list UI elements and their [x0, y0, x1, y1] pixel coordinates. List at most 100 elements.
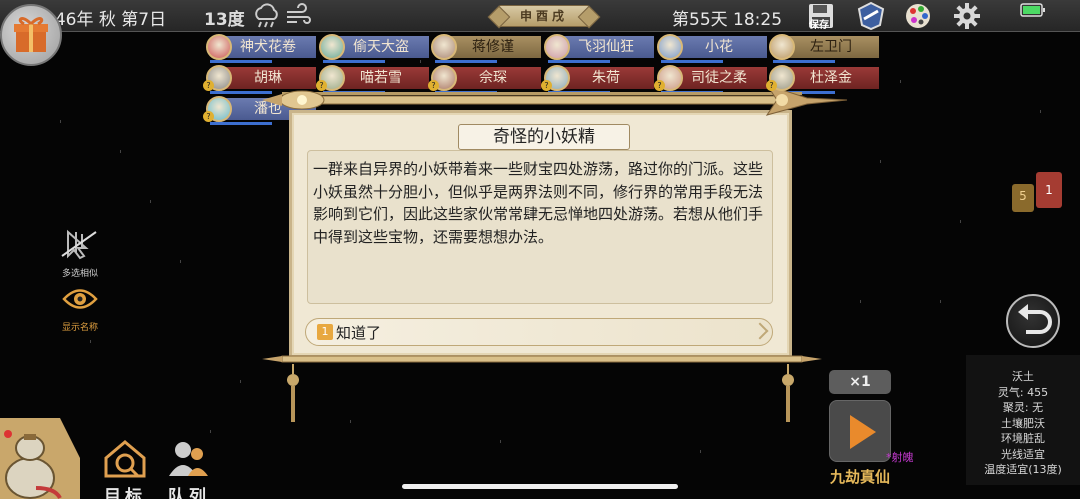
dialog-title: 奇怪的小妖精 [458, 124, 630, 150]
disciple-avatar [769, 34, 795, 60]
target-button[interactable]: 目标 [100, 438, 150, 499]
cultivation-stage: 九劫真仙 [830, 468, 891, 486]
disciple-avatar [206, 34, 232, 60]
disciple-health-bar [210, 60, 272, 63]
ganzhi-banner: 申酉戌 [498, 5, 590, 27]
disciple-item[interactable]: 偷天大盗 [319, 34, 429, 63]
wind-icon [284, 3, 312, 33]
unknown-badge-icon: ? [654, 80, 665, 91]
unknown-badge-icon: ? [203, 111, 214, 122]
target-icon [104, 440, 146, 478]
disciple-name: 飞羽仙狂 [558, 36, 654, 58]
status-bar: 天苍246年 秋 第7日 13度 申酉戌 第55天 18:25 保存 [0, 0, 1080, 32]
team-icon [169, 442, 208, 476]
play-icon [850, 415, 876, 449]
back-arrow-icon [1018, 304, 1052, 334]
rain-drop [90, 340, 91, 343]
right-tassel-icon [782, 364, 794, 422]
day-time: 第55天 18:25 [672, 10, 783, 30]
rain-drop [700, 450, 701, 453]
speed-button[interactable]: ×1 [829, 370, 891, 394]
temperature: 13度 [204, 10, 245, 30]
rain-drop [900, 80, 901, 83]
play-button[interactable] [829, 400, 891, 462]
disciple-avatar [544, 34, 570, 60]
rain-drop [180, 260, 181, 263]
notification-red[interactable]: 1 [1036, 172, 1062, 208]
gift-button[interactable] [0, 4, 62, 66]
rain-drop [1040, 110, 1041, 113]
scroll-bottom-rod [262, 355, 822, 363]
gear-icon[interactable] [953, 2, 981, 34]
disciple-name: 小花 [671, 36, 767, 58]
disciple-avatar [657, 34, 683, 60]
battery-icon [1020, 2, 1046, 21]
tile-info-line: 光线适宜 [1001, 447, 1045, 461]
show-names-tool[interactable]: 显示名称 [50, 284, 110, 333]
shield-emblem-icon[interactable] [856, 1, 886, 35]
unknown-badge-icon: ? [316, 80, 327, 91]
disciple-health-bar [435, 60, 497, 63]
rain-drop [350, 420, 351, 423]
target-label: 目标 [104, 487, 146, 499]
multi-select-label: 多选相似 [61, 269, 98, 279]
tile-info-line: 聚灵: 无 [1002, 401, 1044, 414]
show-names-label: 显示名称 [61, 323, 98, 333]
multi-select-icon [61, 229, 97, 260]
disciple-item[interactable]: 蒋修谨 [431, 34, 541, 63]
dialog-option[interactable]: 1 知道了 [305, 318, 773, 346]
back-button[interactable] [1006, 294, 1060, 348]
disciple-health-bar [210, 122, 272, 125]
unknown-badge-icon: ? [541, 80, 552, 91]
rain-drop [940, 300, 941, 303]
disciple-item[interactable]: 小花 [657, 34, 767, 63]
multi-select-tool[interactable]: 多选相似 [50, 228, 110, 279]
eye-icon [62, 289, 98, 309]
tile-info-line: 灵气: 455 [997, 385, 1049, 399]
team-button[interactable]: 队列 [164, 438, 214, 499]
left-tassel-icon [287, 364, 299, 422]
rain-drop [240, 380, 241, 383]
option-arrow-icon [751, 322, 769, 340]
option-label: 知道了 [336, 324, 382, 342]
notification-yellow[interactable]: 5 [1012, 184, 1034, 212]
home-indicator[interactable] [402, 484, 678, 489]
disciple-item[interactable]: 左卫门 [769, 34, 879, 63]
palette-icon[interactable] [904, 2, 932, 34]
save-label: 保存 [809, 20, 829, 31]
disciple-name: 偷天大盗 [333, 36, 429, 58]
tile-info-line: 土壤肥沃 [1001, 416, 1045, 430]
cultivation-sub: *射魄 [886, 451, 914, 464]
disciple-name: 蒋修谨 [445, 36, 541, 58]
disciple-health-bar [773, 60, 835, 63]
cloud-rain-icon [252, 3, 280, 33]
unknown-badge-icon: ? [766, 80, 777, 91]
disciple-health-bar [323, 60, 385, 63]
rain-drop [500, 440, 501, 443]
save-button[interactable]: 保存 [807, 2, 835, 34]
gift-icon [14, 17, 48, 52]
disciple-avatar [319, 34, 345, 60]
disciple-item[interactable]: 飞羽仙狂 [544, 34, 654, 63]
unknown-badge-icon: ? [428, 80, 439, 91]
disciple-health-bar [548, 60, 610, 63]
option-number: 1 [317, 324, 333, 340]
disciple-item[interactable]: 神犬花卷 [206, 34, 316, 63]
rain-drop [150, 200, 151, 203]
rain-drop [210, 430, 211, 433]
rain-drop [60, 120, 61, 123]
disciple-name: 神犬花卷 [220, 36, 316, 58]
disciple-health-bar [661, 60, 723, 63]
unknown-badge-icon: ? [203, 80, 214, 91]
disciple-avatar [431, 34, 457, 60]
rain-drop [880, 160, 881, 163]
rain-drop [960, 220, 961, 223]
rain-drop [860, 300, 861, 303]
tile-info-line: 沃土 [1012, 370, 1034, 383]
gourd-treasure-icon[interactable] [0, 418, 80, 499]
tile-info-line: 温度适宜(13度) [984, 463, 1062, 476]
rain-drop [420, 60, 421, 63]
tile-info-panel: 沃土灵气: 455 聚灵: 无土壤肥沃环境脏乱光线适宜温度适宜(13度) [966, 355, 1080, 485]
dialog-body: 一群来自异界的小妖带着来一些财宝四处游荡，路过你的门派。这些小妖虽然十分胆小，但… [313, 160, 764, 246]
tile-info-line: 环境脏乱 [1001, 432, 1045, 445]
